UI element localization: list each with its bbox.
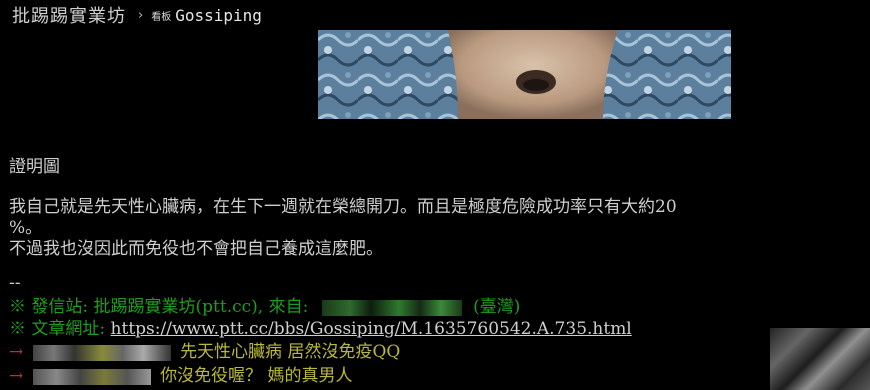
comment-arrow-icon: → (9, 342, 24, 362)
signature-divider: -- (9, 273, 21, 293)
redacted-userid (32, 368, 151, 385)
board-prefix: 看板 (151, 11, 172, 23)
board-name-link[interactable]: Gossiping (175, 6, 262, 25)
article-url-link[interactable]: https://www.ptt.cc/bbs/Gossiping/M.16357… (111, 319, 632, 339)
comment-text: 你沒免役喔？ 媽的真男人 (160, 366, 353, 386)
top-bar: 批踢踢實業坊 › 看板 Gossiping (0, 0, 870, 30)
site-title-link[interactable]: 批踢踢實業坊 (0, 2, 126, 28)
footer-url-line: ※ 文章網址: https://www.ptt.cc/bbs/Gossiping… (9, 314, 632, 339)
redacted-userid (32, 344, 171, 361)
comment-row: → 你沒免役喔？ 媽的真男人 (9, 361, 352, 386)
comment-row: → 先天性心臟病 居然沒免疫QQ (9, 337, 400, 362)
footer-url-label: ※ 文章網址: (9, 319, 106, 339)
body-line-2: 我自己就是先天性心臟病，在生下一週就在榮總開刀。而且是極度危險成功率只有大約20 (9, 197, 677, 217)
comment-text: 先天性心臟病 居然沒免疫QQ (180, 342, 401, 362)
breadcrumb-separator: › (138, 7, 144, 23)
comment-arrow-icon: → (9, 366, 24, 386)
body-line-4: 不過我也沒因此而免役也不會把自己養成這麼肥。 (9, 239, 383, 259)
post-image (318, 30, 731, 119)
body-line-1: 證明圖 (9, 157, 60, 177)
redacted-timestamp (770, 328, 870, 390)
